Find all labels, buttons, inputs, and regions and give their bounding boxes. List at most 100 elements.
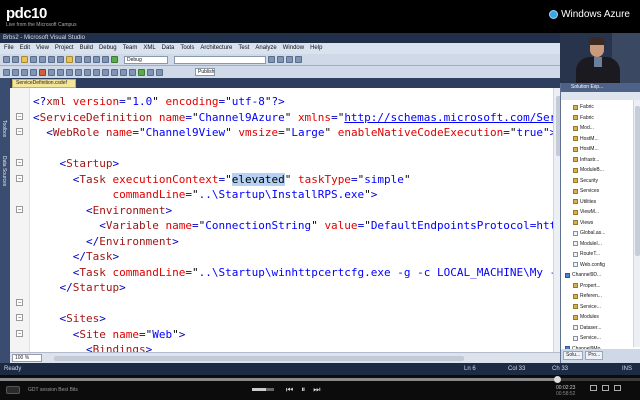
find-icon[interactable]: [268, 56, 275, 63]
xslt-icon[interactable]: [93, 68, 100, 76]
tree-item[interactable]: Global.as...: [561, 228, 633, 239]
code-line[interactable]: <Bindings>: [33, 342, 563, 352]
solution-explorer-scroll-thumb[interactable]: [635, 106, 640, 256]
indent-icon[interactable]: [3, 68, 10, 76]
tree-item[interactable]: Propert...: [561, 281, 633, 292]
collapse-webrole-icon[interactable]: −: [16, 128, 23, 135]
code-line[interactable]: [33, 141, 563, 157]
code-line[interactable]: <Variable name="ConnectionString" value=…: [33, 218, 563, 234]
refresh-icon[interactable]: [156, 68, 163, 76]
solution-explorer-icon[interactable]: [277, 56, 284, 63]
tree-item[interactable]: RouteT...: [561, 249, 633, 260]
toolbox-icon[interactable]: [295, 56, 302, 63]
start-debugging-icon[interactable]: [111, 56, 118, 63]
menu-debug[interactable]: Debug: [99, 43, 117, 54]
code-line[interactable]: <WebRole name="Channel9View" vmsize="Lar…: [33, 125, 563, 141]
tree-item[interactable]: ModuleI...: [561, 239, 633, 250]
code-line[interactable]: </Task>: [33, 249, 563, 265]
open-file-icon[interactable]: [21, 56, 28, 63]
toolbox-tab[interactable]: Toolbox: [1, 120, 7, 137]
schema-icon[interactable]: [84, 68, 91, 76]
tree-item[interactable]: Web.config: [561, 260, 633, 271]
zoom-dropdown[interactable]: 100 %: [12, 354, 42, 362]
tree-item[interactable]: Views: [561, 218, 633, 229]
tree-item[interactable]: Mod...: [561, 123, 633, 134]
code-line[interactable]: </Startup>: [33, 280, 563, 296]
collapse-startup-icon[interactable]: −: [16, 159, 23, 166]
tab-solution-explorer[interactable]: Solu...: [563, 351, 584, 360]
next-icon[interactable]: ⏭: [313, 385, 320, 395]
pause-icon[interactable]: ⏸: [301, 385, 305, 395]
tree-item[interactable]: Infrastr...: [561, 155, 633, 166]
solution-explorer-scrollbar[interactable]: [633, 100, 640, 347]
collapse-environment-icon[interactable]: −: [16, 206, 23, 213]
new-project-icon[interactable]: [3, 56, 10, 63]
menu-window[interactable]: Window: [283, 43, 304, 54]
data-sources-tab[interactable]: Data Sources: [1, 156, 7, 186]
video-progress-knob[interactable]: [553, 376, 561, 383]
collapse-sites-icon[interactable]: −: [16, 299, 23, 306]
code-editor[interactable]: − − − − − − − − <?xml version="1.0" enco…: [10, 88, 563, 352]
code-text[interactable]: <?xml version="1.0" encoding="utf-8"?> <S…: [33, 94, 563, 352]
menu-data[interactable]: Data: [162, 43, 175, 54]
next-bookmark-icon[interactable]: [57, 68, 64, 76]
menu-edit[interactable]: Edit: [20, 43, 30, 54]
run-icon[interactable]: [138, 68, 145, 76]
tree-item[interactable]: Fabric: [561, 113, 633, 124]
menu-architecture[interactable]: Architecture: [200, 43, 232, 54]
add-item-icon[interactable]: [12, 56, 19, 63]
collapse-service-definition-icon[interactable]: −: [16, 113, 23, 120]
volume-slider[interactable]: [252, 388, 274, 391]
properties-icon[interactable]: [286, 56, 293, 63]
video-progress-bar[interactable]: [0, 376, 640, 383]
solution-config-dropdown[interactable]: Debug: [124, 55, 168, 64]
bookmark-icon[interactable]: [39, 68, 46, 76]
code-line[interactable]: <Sites>: [33, 311, 563, 327]
menu-file[interactable]: File: [4, 43, 14, 54]
tree-item[interactable]: Service...: [561, 302, 633, 313]
find-target-dropdown[interactable]: [174, 55, 266, 64]
code-line[interactable]: <Site name="Web">: [33, 327, 563, 343]
output-icon[interactable]: [129, 68, 136, 76]
menu-analyze[interactable]: Analyze: [255, 43, 276, 54]
code-line[interactable]: <Task commandLine="..\Startup\winhttpcer…: [33, 265, 563, 281]
tree-item[interactable]: ModuleB...: [561, 165, 633, 176]
undo-icon[interactable]: [75, 56, 82, 63]
menu-build[interactable]: Build: [80, 43, 93, 54]
menu-tools[interactable]: Tools: [180, 43, 194, 54]
clear-bookmarks-icon[interactable]: [66, 68, 73, 76]
tree-item[interactable]: Channel9D...: [561, 270, 633, 281]
save-all-icon[interactable]: [39, 56, 46, 63]
menu-help[interactable]: Help: [310, 43, 322, 54]
captions-icon[interactable]: [590, 385, 597, 391]
prev-bookmark-icon[interactable]: [48, 68, 55, 76]
tree-item[interactable]: HostM...: [561, 134, 633, 145]
fullscreen-icon[interactable]: [614, 385, 621, 391]
tab-service-definition[interactable]: ServiceDefinition.csdef: [12, 79, 76, 88]
cut-icon[interactable]: [48, 56, 55, 63]
redo-icon[interactable]: [84, 56, 91, 63]
uncomment-icon[interactable]: [30, 68, 37, 76]
previous-icon[interactable]: ⏮: [286, 385, 293, 395]
code-line[interactable]: <Startup>: [33, 156, 563, 172]
format-icon[interactable]: [75, 68, 82, 76]
tree-item[interactable]: Security: [561, 176, 633, 187]
menu-team[interactable]: Team: [123, 43, 138, 54]
navigate-forward-icon[interactable]: [102, 56, 109, 63]
code-line[interactable]: <Environment>: [33, 203, 563, 219]
comment-icon[interactable]: [21, 68, 28, 76]
paste-icon[interactable]: [66, 56, 73, 63]
copy-icon[interactable]: [57, 56, 64, 63]
tree-item[interactable]: Services: [561, 186, 633, 197]
show-whitespace-icon[interactable]: [120, 68, 127, 76]
menu-xml[interactable]: XML: [143, 43, 155, 54]
tree-item[interactable]: Utilities: [561, 197, 633, 208]
tree-item[interactable]: Dataser...: [561, 323, 633, 334]
tree-item[interactable]: Fabric: [561, 102, 633, 113]
debug-xslt-icon[interactable]: [102, 68, 109, 76]
navigate-back-icon[interactable]: [93, 56, 100, 63]
code-line[interactable]: <ServiceDefinition name="Channel9Azure" …: [33, 110, 563, 126]
popout-icon[interactable]: [602, 385, 609, 391]
collapse-site-icon[interactable]: −: [16, 314, 23, 321]
outdent-icon[interactable]: [12, 68, 19, 76]
